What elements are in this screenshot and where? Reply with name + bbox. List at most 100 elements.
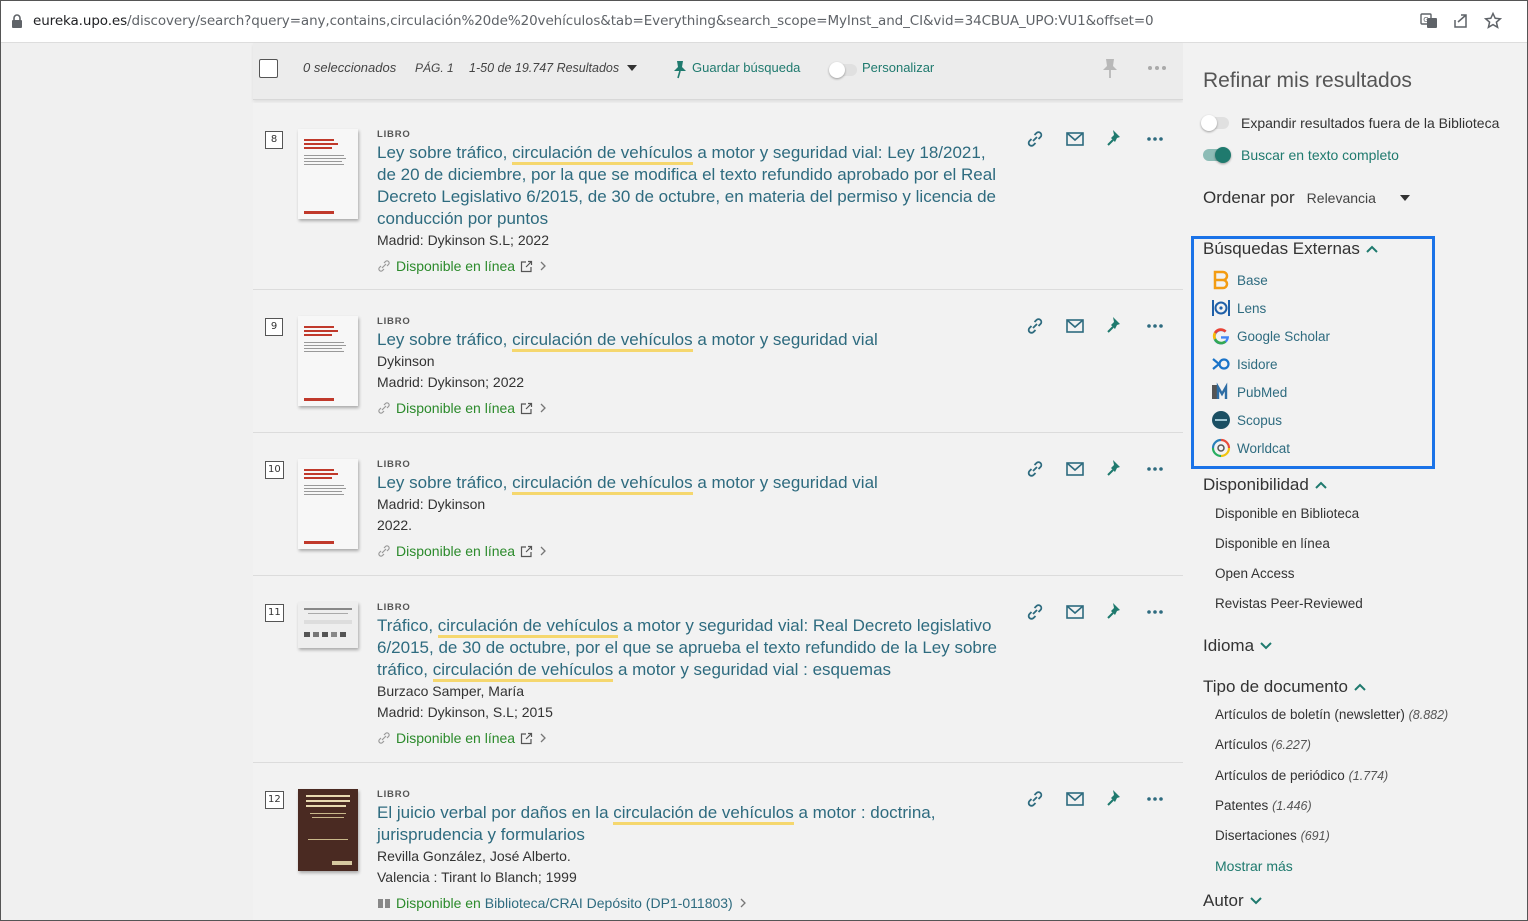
book-cover-thumbnail[interactable] — [298, 459, 358, 549]
facet-doctype[interactable]: Artículos de boletín (newsletter) (8.882… — [1215, 707, 1448, 722]
pin-record-icon[interactable] — [1105, 459, 1125, 479]
result-type: LIBRO — [377, 129, 411, 140]
availability-link[interactable]: Disponible en Biblioteca/CRAI Depósito (… — [377, 895, 1007, 911]
permalink-icon[interactable] — [1025, 459, 1045, 479]
save-search-button[interactable]: Guardar búsqueda — [692, 60, 800, 75]
availability-link[interactable]: Disponible en línea — [377, 543, 1007, 559]
pin-record-icon[interactable] — [1105, 129, 1125, 149]
email-icon[interactable] — [1065, 602, 1085, 622]
bookmark-star-icon[interactable] — [1483, 11, 1503, 31]
permalink-icon[interactable] — [1025, 789, 1045, 809]
facet-doctype[interactable]: Artículos (6.227) — [1215, 737, 1311, 752]
chevron-right-icon — [540, 261, 547, 271]
pin-record-icon[interactable] — [1105, 789, 1125, 809]
expand-results-toggle-row[interactable]: Expandir resultados fuera de la Bibliote… — [1201, 115, 1499, 131]
external-link-icon — [520, 732, 533, 744]
result-publisher: Valencia : Tirant lo Blanch; 1999 — [377, 869, 577, 885]
result-item[interactable]: 12 LIBRO El juicio verbal por daños en l… — [253, 763, 1183, 920]
result-number: 9 — [265, 318, 283, 336]
chevron-down-icon[interactable] — [1399, 194, 1410, 202]
availability-link[interactable]: Disponible en línea — [377, 730, 1007, 746]
personalize-toggle[interactable] — [829, 62, 857, 78]
more-actions-icon[interactable] — [1145, 602, 1165, 622]
permalink-icon[interactable] — [1025, 602, 1045, 622]
email-icon[interactable] — [1065, 316, 1085, 336]
pin-record-icon[interactable] — [1105, 602, 1125, 622]
book-cover-thumbnail[interactable] — [298, 789, 358, 871]
result-title-link[interactable]: Ley sobre tráfico, circulación de vehícu… — [377, 472, 1007, 495]
email-icon[interactable] — [1065, 789, 1085, 809]
facet-open-access[interactable]: Open Access — [1215, 566, 1295, 581]
result-title-link[interactable]: El juicio verbal por daños en la circula… — [377, 802, 1007, 846]
results-list: 8 LIBRO Ley sobre tráfico, circulación d… — [253, 103, 1183, 920]
result-item[interactable]: 10 LIBRO Ley sobre tráfico, circulación … — [253, 433, 1183, 576]
availability-text: Disponible en línea — [396, 730, 516, 746]
title-text: Ley sobre tráfico, — [377, 330, 513, 349]
doctype-header[interactable]: Tipo de documento — [1203, 677, 1366, 697]
book-cover-thumbnail[interactable] — [298, 129, 358, 219]
result-title-link[interactable]: Tráfico, circulación de vehículos a moto… — [377, 615, 1007, 682]
show-more-link[interactable]: Mostrar más — [1215, 858, 1293, 874]
more-options-icon[interactable] — [1147, 65, 1167, 71]
chevron-down-icon[interactable] — [1249, 897, 1262, 905]
result-item[interactable]: 8 LIBRO Ley sobre tráfico, circulación d… — [253, 103, 1183, 290]
chevron-right-icon — [540, 403, 547, 413]
share-icon[interactable] — [1451, 11, 1471, 31]
facet-doctype[interactable]: Disertaciones (691) — [1215, 828, 1330, 843]
address-bar[interactable]: eureka.upo.es/discovery/search?query=any… — [1, 1, 1527, 43]
title-text: Ley sobre tráfico, — [377, 143, 513, 162]
facet-doctype[interactable]: Patentes (1.446) — [1215, 798, 1312, 813]
chevron-down-icon[interactable] — [1260, 642, 1272, 650]
url-text[interactable]: eureka.upo.es/discovery/search?query=any… — [33, 13, 1154, 29]
availability-text: Disponible en línea — [396, 543, 516, 559]
availability-text: Disponible en línea — [396, 258, 516, 274]
more-actions-icon[interactable] — [1145, 316, 1165, 336]
more-actions-icon[interactable] — [1145, 129, 1165, 149]
more-actions-icon[interactable] — [1145, 459, 1165, 479]
pin-icon[interactable] — [671, 59, 689, 79]
facet-availability-library[interactable]: Disponible en Biblioteca — [1215, 506, 1359, 521]
title-highlight: circulación de vehículos — [432, 660, 614, 682]
facet-count: (691) — [1300, 829, 1330, 843]
pin-record-icon[interactable] — [1105, 316, 1125, 336]
email-icon[interactable] — [1065, 129, 1085, 149]
author-header[interactable]: Autor — [1203, 891, 1262, 911]
highlight-callout-box — [1191, 236, 1435, 469]
title-text: El juicio verbal por daños en la — [377, 803, 614, 822]
sort-control[interactable]: Ordenar por Relevancia — [1203, 188, 1410, 208]
availability-link[interactable]: Disponible en línea — [377, 258, 1007, 274]
fulltext-toggle-row[interactable]: Buscar en texto completo — [1203, 147, 1399, 163]
permalink-icon[interactable] — [1025, 316, 1045, 336]
facet-availability-online[interactable]: Disponible en línea — [1215, 536, 1330, 551]
result-title-link[interactable]: Ley sobre tráfico, circulación de vehícu… — [377, 142, 1007, 230]
result-item[interactable]: 9 LIBRO Ley sobre tráfico, circulación d… — [253, 290, 1183, 433]
book-cover-thumbnail[interactable] — [298, 316, 358, 406]
sort-label: Ordenar por — [1203, 188, 1295, 207]
chevron-down-icon[interactable] — [627, 65, 637, 72]
sidebar-title: Refinar mis resultados — [1203, 69, 1412, 92]
fulltext-toggle[interactable] — [1203, 147, 1231, 163]
language-header[interactable]: Idioma — [1203, 636, 1272, 656]
book-cover-thumbnail[interactable] — [298, 602, 358, 648]
result-type: LIBRO — [377, 789, 411, 800]
availability-link[interactable]: Disponible en línea — [377, 400, 1007, 416]
facet-peer-reviewed[interactable]: Revistas Peer-Reviewed — [1215, 596, 1363, 611]
availability-location: Biblioteca/CRAI Depósito (DP1-011803) — [484, 895, 733, 911]
select-all-checkbox[interactable] — [259, 59, 278, 78]
result-title-link[interactable]: Ley sobre tráfico, circulación de vehícu… — [377, 329, 1007, 352]
expand-results-toggle[interactable] — [1201, 115, 1229, 131]
facet-doctype[interactable]: Artículos de periódico (1.774) — [1215, 768, 1388, 783]
chevron-up-icon[interactable] — [1354, 683, 1366, 691]
email-icon[interactable] — [1065, 459, 1085, 479]
translate-icon[interactable]: G — [1419, 11, 1439, 31]
availability-text: Disponible en — [396, 895, 485, 911]
pin-icon-inactive[interactable] — [1101, 57, 1119, 79]
link-icon — [378, 260, 390, 272]
results-range[interactable]: 1-50 de 19.747 Resultados — [469, 61, 619, 75]
permalink-icon[interactable] — [1025, 129, 1045, 149]
availability-header[interactable]: Disponibilidad — [1203, 475, 1327, 495]
result-item[interactable]: 11 LIBRO Tráfico, circulación de vehícul… — [253, 576, 1183, 763]
chevron-up-icon[interactable] — [1315, 481, 1327, 489]
more-actions-icon[interactable] — [1145, 789, 1165, 809]
sort-value[interactable]: Relevancia — [1307, 190, 1376, 206]
